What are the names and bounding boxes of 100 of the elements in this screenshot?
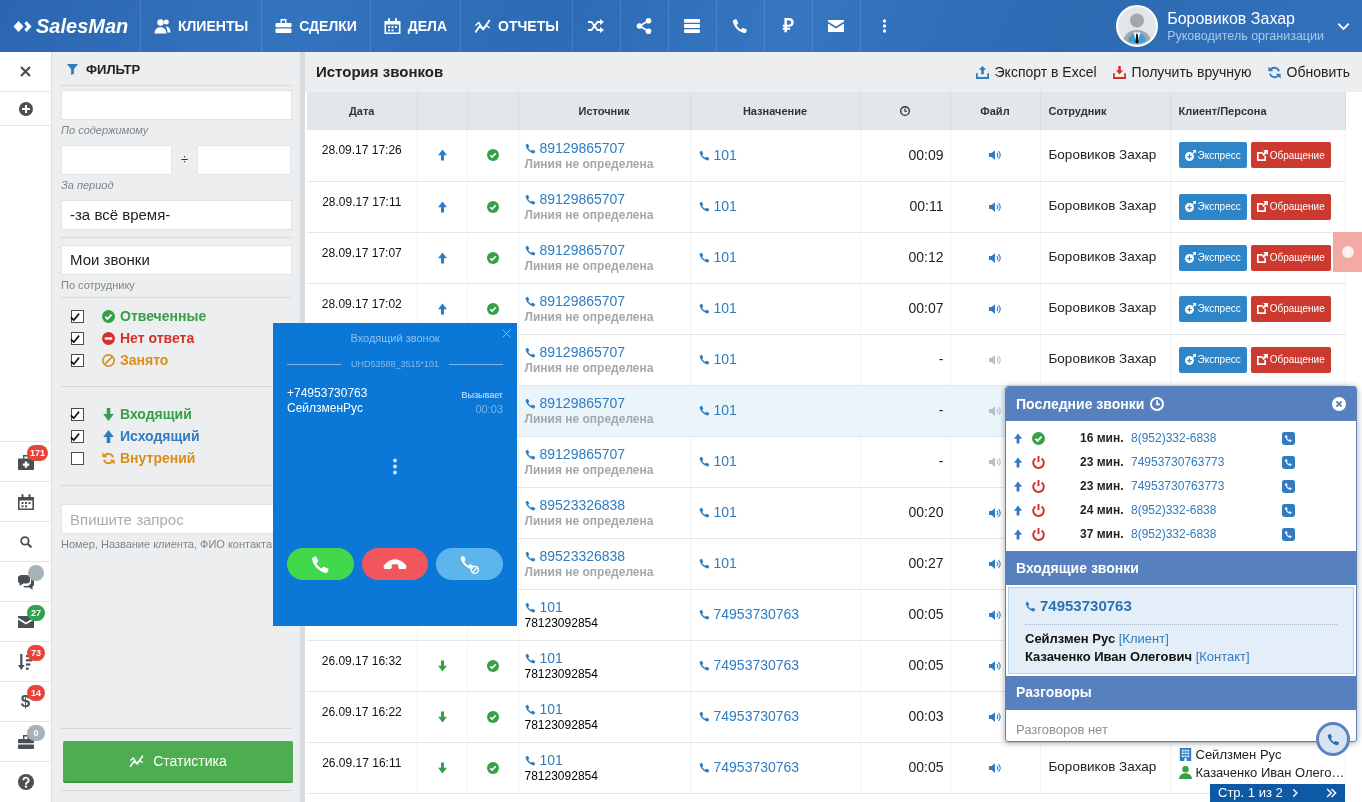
source-number[interactable]: 89129865707 [539,191,626,208]
source-number[interactable]: 89129865707 [539,293,626,310]
answer-button[interactable] [287,548,354,580]
speaker-icon[interactable] [989,149,1001,162]
source-number[interactable]: 89523326838 [539,548,626,565]
avatar-icon[interactable] [1116,5,1159,47]
request-button[interactable]: Обращение [1250,295,1331,322]
content-search-field[interactable] [61,90,292,120]
request-button[interactable]: Обращение [1250,244,1331,271]
source-number[interactable]: 89129865707 [539,446,626,463]
destination-number[interactable]: 101 [713,198,737,215]
request-button[interactable]: Обращение [1250,193,1331,220]
column-header[interactable]: Дата [307,92,417,130]
date-from-field[interactable] [61,145,172,175]
destination-number[interactable]: 74953730763 [713,708,800,725]
column-header[interactable]: Клиент/Персона [1170,92,1345,130]
column-header[interactable]: Назначение [690,92,860,130]
source-number[interactable]: 89523326838 [539,497,626,514]
role-link[interactable]: [Клиент] [1118,630,1169,646]
employee-select[interactable]: Мои звонки [61,245,292,275]
option-label[interactable]: Отвеченные [120,305,207,327]
speaker-icon[interactable] [989,608,1001,621]
source-number[interactable]: 101 [539,752,563,769]
option-label[interactable]: Нет ответа [120,327,195,349]
destination-number[interactable]: 101 [713,351,737,368]
column-header[interactable]: Сотрудник [1040,92,1170,130]
destination-number[interactable]: 101 [713,402,737,419]
call-icon[interactable] [1282,479,1295,493]
speaker-icon[interactable] [989,251,1001,264]
close-icon[interactable] [502,329,511,338]
checkbox[interactable] [71,309,84,323]
source-number[interactable]: 101 [539,701,563,718]
date-to-field[interactable] [197,145,291,175]
destination-number[interactable]: 74953730763 [713,657,800,674]
source-number[interactable]: 89129865707 [539,395,626,412]
source-number[interactable]: 89129865707 [539,139,626,157]
option-label[interactable]: Входящий [120,403,192,425]
source-number[interactable]: 101 [539,599,563,616]
refresh-button[interactable]: Обновить [1267,61,1350,83]
call-icon[interactable] [1282,503,1295,517]
speaker-icon[interactable] [989,302,1001,315]
checkbox[interactable] [71,429,84,443]
export-button[interactable]: Экспорт в Excel [975,61,1097,83]
request-button[interactable]: Обращение [1250,142,1331,169]
column-header[interactable]: Источник [518,92,690,130]
checkbox[interactable] [71,331,84,345]
next-page-button[interactable] [1290,788,1300,798]
destination-number[interactable]: 74953730763 [713,606,800,623]
destination-number[interactable]: 101 [713,555,737,572]
logo-link[interactable]: SalesMan [0,0,140,52]
phone-number[interactable]: 8(952)332-6838 [1131,525,1282,543]
sidebar-button[interactable]: 27 [0,602,51,642]
decline-button[interactable] [361,548,429,580]
express-button[interactable]: Экспресс [1178,142,1247,169]
redirect-button[interactable] [436,548,503,580]
sidebar-button[interactable]: 171 [0,442,51,482]
express-button[interactable]: Экспресс [1178,295,1247,322]
last-page-button[interactable] [1326,788,1337,798]
destination-number[interactable]: 101 [713,453,737,470]
checkbox[interactable] [71,407,84,421]
source-number[interactable]: 89129865707 [539,344,626,361]
phone-number[interactable]: 8(952)332-6838 [1131,501,1282,519]
close-icon[interactable] [1332,397,1346,411]
fetch-button[interactable]: Получить вручную [1112,61,1252,83]
period-select[interactable]: -за всё время- [61,200,292,230]
checkbox[interactable] [71,353,84,367]
company-link[interactable]: Сейлзмен Рус [1195,745,1282,764]
speaker-icon[interactable] [989,506,1001,519]
phone-number[interactable]: 8(952)332-6838 [1131,429,1282,447]
statistics-button[interactable]: Статистика [63,741,293,783]
role-link[interactable]: [Контакт] [1195,648,1250,664]
user-name[interactable]: Боровиков Захар [1167,8,1324,28]
destination-number[interactable]: 101 [713,249,737,266]
destination-number[interactable]: 101 [713,504,737,521]
destination-number[interactable]: 101 [713,300,737,317]
sidebar-button[interactable]: 73 [0,642,51,682]
option-label[interactable]: Исходящий [120,425,200,447]
source-number[interactable]: 101 [539,650,563,667]
speaker-icon[interactable] [989,761,1001,774]
speaker-icon[interactable] [989,710,1001,723]
express-button[interactable]: Экспресс [1178,244,1247,271]
more-icon[interactable] [393,458,397,476]
source-number[interactable]: 89129865707 [539,242,626,259]
call-icon[interactable] [1282,431,1295,445]
call-icon[interactable] [1282,455,1295,469]
phone-number[interactable]: 74953730763773 [1131,453,1282,471]
checkbox[interactable] [71,451,84,465]
request-button[interactable]: Обращение [1250,346,1331,373]
speaker-icon[interactable] [989,557,1001,570]
destination-number[interactable]: 74953730763 [713,759,800,776]
caller-number[interactable]: 74953730763 [1040,595,1132,618]
phone-number[interactable]: 74953730763773 [1131,477,1282,495]
call-icon[interactable] [1282,527,1295,541]
speaker-icon[interactable] [989,659,1001,672]
column-header[interactable]: Файл [950,92,1040,130]
contact-link[interactable]: Казаченко Иван Олего… [1195,763,1345,782]
express-button[interactable]: Экспресс [1178,346,1247,373]
speaker-icon[interactable] [989,200,1001,213]
express-button[interactable]: Экспресс [1178,193,1247,220]
destination-number[interactable]: 101 [713,146,737,164]
